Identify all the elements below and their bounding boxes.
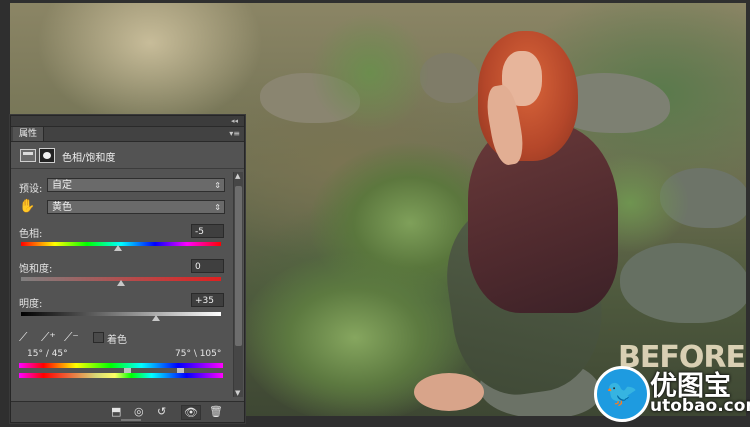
eyedropper-minus-icon[interactable]: ⟋⁻ — [64, 330, 79, 345]
eyedropper-plus-icon[interactable]: ⟋⁺ — [41, 330, 56, 345]
preset-label: 预设: — [19, 184, 43, 195]
lightness-input[interactable]: +35 — [191, 293, 224, 307]
output-spectrum-bar — [19, 373, 223, 378]
panel-menu-icon[interactable]: ▾≡ — [229, 129, 240, 138]
reset-icon[interactable]: ↺ — [157, 405, 166, 418]
site-url: utobao.com — [650, 396, 750, 416]
collapse-double-arrow-icon[interactable]: ◂◂ — [231, 116, 238, 126]
subject-feet — [414, 373, 484, 411]
resize-grip[interactable] — [121, 419, 141, 421]
tab-properties[interactable]: 属性 — [13, 127, 45, 141]
hue-label: 色相: — [19, 229, 43, 240]
targeted-adjust-hand-icon[interactable]: ✋ — [19, 199, 35, 214]
channel-select[interactable]: 黄色 ⇕ — [47, 200, 225, 214]
fern — [310, 13, 430, 133]
clip-to-layer-icon[interactable]: ⬒ — [111, 405, 121, 418]
scrollbar-thumb[interactable] — [235, 186, 242, 346]
input-spectrum-bar — [19, 363, 223, 368]
lightness-slider-thumb[interactable] — [152, 315, 160, 321]
rock — [620, 243, 746, 323]
adjustment-header: 色相/饱和度 — [11, 142, 244, 169]
range-right-value: 75° \ 105° — [175, 349, 222, 359]
chevron-updown-icon: ⇕ — [214, 181, 221, 190]
scroll-up-icon[interactable]: ▲ — [235, 172, 240, 180]
saturation-label: 饱和度: — [19, 264, 53, 275]
scroll-down-icon[interactable]: ▼ — [235, 389, 240, 397]
view-previous-icon[interactable]: ◎ — [134, 405, 144, 418]
adjustment-layer-icon[interactable] — [20, 149, 36, 162]
lightness-slider-track[interactable] — [21, 312, 221, 316]
hue-input[interactable]: -5 — [191, 224, 224, 238]
chevron-updown-icon: ⇕ — [214, 203, 221, 212]
eyedropper-icon[interactable]: ⟋ — [19, 330, 27, 345]
layer-mask-icon[interactable] — [39, 148, 55, 163]
trash-icon[interactable]: 🗑 — [209, 405, 223, 418]
hue-slider-thumb[interactable] — [114, 245, 123, 251]
app-frame: BEFORE 🐦 优图宝 utobao.com ◂◂ 属性 ▾≡ 色相/饱和度 … — [0, 0, 750, 427]
properties-panel: ◂◂ 属性 ▾≡ 色相/饱和度 预设: 自定 ⇕ ✋ 黄色 ⇕ 色相: -5 饱… — [10, 115, 245, 423]
panel-tab-row: 属性 ▾≡ — [11, 127, 244, 142]
saturation-input[interactable]: 0 — [191, 259, 224, 273]
saturation-slider-thumb[interactable] — [117, 280, 125, 286]
colorize-label: 着色 — [107, 335, 127, 346]
preset-select-value: 自定 — [52, 180, 72, 191]
bird-logo-icon: 🐦 — [594, 366, 650, 422]
colorize-checkbox[interactable] — [93, 332, 104, 343]
panel-footer: ⬒ ◎ ↺ 👁 🗑 — [11, 401, 244, 422]
lightness-label: 明度: — [19, 299, 43, 310]
range-left-value: 15° / 45° — [27, 349, 68, 359]
channel-select-value: 黄色 — [52, 202, 72, 213]
panel-scrollbar[interactable]: ▲ ▼ — [233, 172, 243, 397]
adjustment-title: 色相/饱和度 — [62, 153, 116, 164]
panel-titlebar[interactable]: ◂◂ — [11, 116, 244, 127]
preset-select[interactable]: 自定 ⇕ — [47, 178, 225, 192]
visibility-eye-icon[interactable]: 👁 — [181, 405, 201, 420]
